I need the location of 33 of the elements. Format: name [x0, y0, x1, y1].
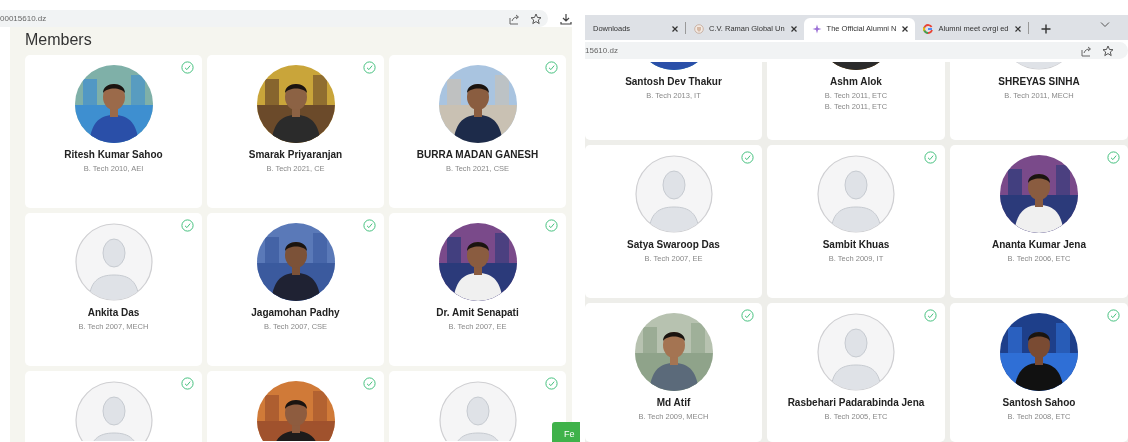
avatar-placeholder-icon — [817, 155, 895, 233]
member-name[interactable]: SHREYAS SINHA — [998, 76, 1080, 88]
member-name[interactable]: Ankita Das — [87, 307, 140, 319]
member-card[interactable] — [207, 371, 384, 442]
close-icon[interactable] — [789, 25, 798, 33]
member-name[interactable]: Ashm Alok — [830, 76, 882, 88]
new-tab-icon[interactable] — [1040, 24, 1051, 34]
avatar-placeholder-icon — [634, 155, 713, 233]
section-heading: Members — [25, 30, 93, 50]
member-name[interactable]: Jagamohan Padhy — [251, 307, 340, 319]
share-icon[interactable] — [508, 12, 520, 25]
close-icon[interactable] — [1013, 25, 1022, 33]
member-name[interactable]: Smarak Priyaranjan — [248, 149, 343, 161]
member-name[interactable]: Sambit Khuas — [822, 239, 890, 251]
member-name[interactable]: Rasbehari Padarabinda Jena — [787, 397, 925, 409]
member-name[interactable]: BURRA MADAN GANESH — [416, 149, 539, 161]
close-icon[interactable] — [671, 25, 679, 33]
bookmark-star-icon[interactable] — [1102, 44, 1114, 57]
avatar-placeholder-icon — [74, 223, 153, 301]
member-name[interactable]: Dr. Amit Senapati — [436, 307, 519, 319]
close-icon[interactable] — [901, 25, 910, 33]
member-name[interactable]: Santosh Sahoo — [1002, 397, 1076, 409]
member-name[interactable]: Satya Swaroop Das — [627, 239, 720, 251]
avatar-placeholder-icon — [438, 381, 517, 441]
bookmark-star-icon[interactable] — [530, 12, 542, 25]
member-name[interactable]: Ananta Kumar Jena — [992, 239, 1086, 251]
download-icon[interactable] — [560, 12, 572, 25]
member-name[interactable]: Md Atif — [656, 397, 691, 409]
member-name[interactable]: Santosh Dev Thakur — [625, 76, 722, 88]
avatar-placeholder-icon — [74, 381, 153, 441]
avatar-placeholder-icon — [817, 313, 895, 391]
member-name[interactable]: Ritesh Kumar Sahoo — [64, 149, 163, 161]
share-icon[interactable] — [1080, 44, 1092, 57]
